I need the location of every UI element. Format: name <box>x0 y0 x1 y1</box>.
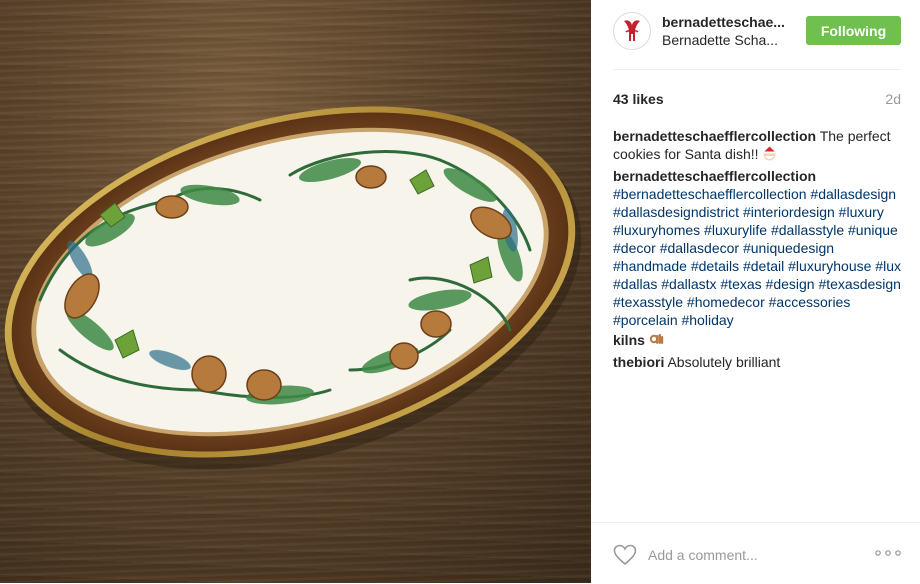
holiday-plate-image <box>4 106 582 470</box>
comment-username[interactable]: thebiori <box>613 354 664 370</box>
ok-hand-emoji-icon <box>649 332 664 351</box>
list-item: thebiori Absolutely brilliant <box>613 353 905 371</box>
instagram-post: bernadetteschae... Bernadette Scha... Fo… <box>0 0 920 583</box>
santa-emoji-icon <box>762 146 777 165</box>
comment-username[interactable]: bernadetteschaefflercollection <box>613 128 816 144</box>
comment-username[interactable]: bernadetteschaefflercollection <box>613 168 816 184</box>
hashtags-comment: bernadetteschaefflercollection #bernadet… <box>613 167 905 329</box>
comment-username[interactable]: kilns <box>613 332 645 348</box>
post-age[interactable]: 2d <box>885 91 901 107</box>
add-comment-input[interactable]: Add a comment... <box>648 547 758 563</box>
comment-text: Absolutely brilliant <box>664 354 781 370</box>
more-options-icon[interactable] <box>875 550 901 556</box>
brand-logo-icon <box>624 20 640 41</box>
post-photo[interactable] <box>0 0 591 583</box>
heart-icon[interactable] <box>613 544 637 566</box>
following-button[interactable]: Following <box>806 16 901 45</box>
avatar[interactable] <box>613 12 651 50</box>
add-comment-bar: Add a comment... <box>591 522 920 584</box>
caption-comment: bernadetteschaefflercollection The perfe… <box>613 127 905 165</box>
comment-hashtags[interactable]: #bernadetteschaefflercollection #dallasd… <box>613 186 901 328</box>
post-username[interactable]: bernadetteschae... <box>662 14 785 30</box>
likes-count[interactable]: 43 likes <box>613 91 664 107</box>
comments-list: bernadetteschaefflercollection The perfe… <box>613 127 905 373</box>
post-header: bernadetteschae... Bernadette Scha... Fo… <box>591 0 920 69</box>
post-full-name: Bernadette Scha... <box>662 32 778 48</box>
divider <box>613 69 901 70</box>
list-item: kilns <box>613 331 905 351</box>
post-side-panel: bernadetteschae... Bernadette Scha... Fo… <box>591 0 920 583</box>
